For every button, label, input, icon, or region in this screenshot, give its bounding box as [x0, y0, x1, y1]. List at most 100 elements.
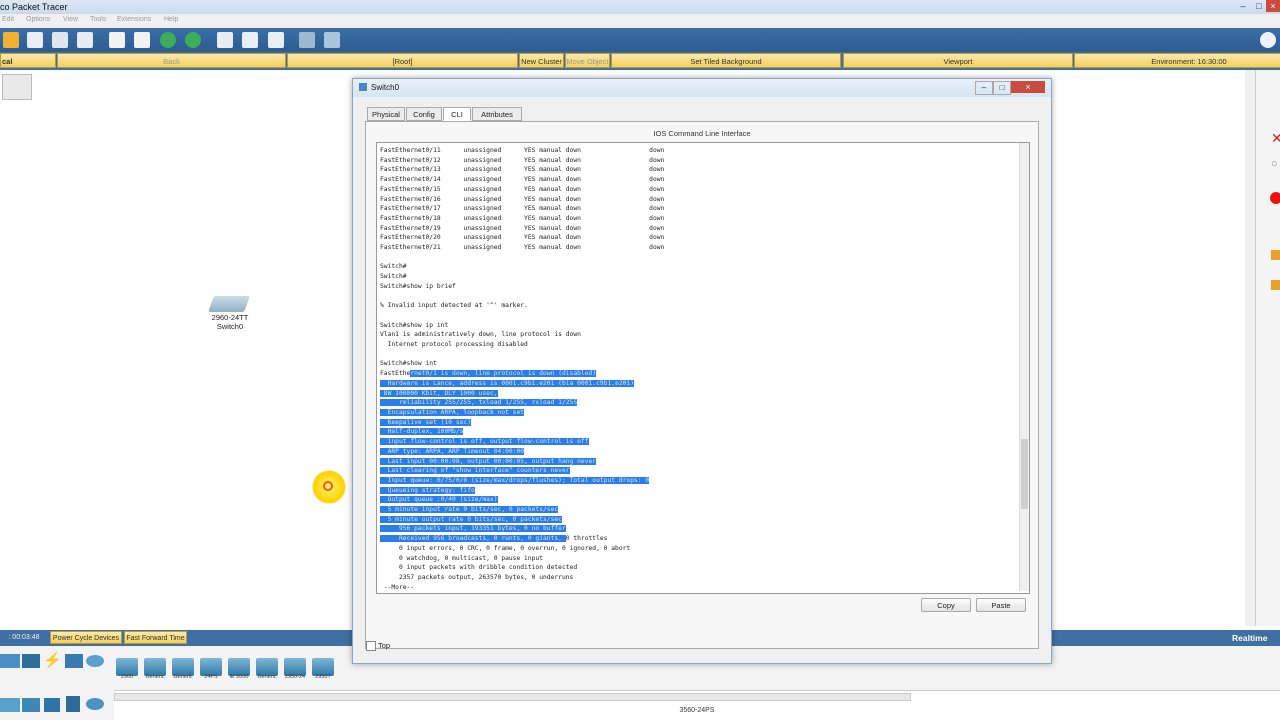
switches-category-icon[interactable]	[22, 654, 40, 668]
security-category-icon[interactable]	[0, 698, 20, 712]
switch-icon[interactable]	[208, 296, 250, 312]
cli-line: Received 956 broadcasts, 0 runts, 0 gian…	[380, 535, 608, 543]
multiuser-category-icon[interactable]	[66, 696, 80, 712]
device-label: 24PS	[204, 674, 218, 680]
zoom-reset-icon[interactable]	[242, 32, 258, 48]
cli-line: Input queue: 0/75/0/0 (size/max/drops/fl…	[380, 476, 650, 484]
menu-tools[interactable]: Tools	[90, 16, 106, 23]
cli-line	[380, 253, 664, 263]
device-panel-scrollbar[interactable]	[114, 693, 911, 701]
switch-dialog: Switch0 – □ × Physical Config CLI Attrib…	[352, 78, 1052, 664]
minimize-icon[interactable]: –	[1236, 0, 1250, 12]
close-icon[interactable]: ×	[1266, 0, 1280, 12]
palette-icon[interactable]	[299, 32, 315, 48]
menu-help[interactable]: Help	[164, 16, 178, 23]
print-icon[interactable]	[52, 32, 68, 48]
complex-pdu-icon[interactable]	[1271, 280, 1280, 290]
info-icon[interactable]	[1260, 32, 1276, 48]
menu-edit[interactable]: Edit	[2, 16, 14, 23]
copy-icon[interactable]	[109, 32, 125, 48]
add-pdu-icon[interactable]	[1270, 192, 1280, 204]
dialog-title-bar: Switch0 – □ ×	[353, 79, 1051, 97]
move-object-button[interactable]: Move Object	[565, 53, 610, 68]
cli-line: FastEthernet0/19 unassigned YES manual d…	[380, 224, 665, 232]
realtime-label[interactable]: Realtime	[1232, 633, 1267, 643]
cli-line: 0 input packets with dribble condition d…	[380, 564, 578, 572]
cli-line: ARP type: ARPA, ARP Timeout 04:00:00	[380, 447, 525, 455]
new-cluster-button[interactable]: New Cluster	[519, 53, 564, 68]
custom-device-category-icon[interactable]	[44, 698, 60, 712]
fast-forward-button[interactable]: Fast Forward Time	[124, 631, 187, 644]
cli-scroll-thumb[interactable]	[1021, 439, 1028, 509]
viewport-button[interactable]: Viewport	[843, 53, 1073, 68]
window-title-bar: co Packet Tracer – □ ×	[0, 0, 1280, 14]
cli-line: FastEthernet0/16 unassigned YES manual d…	[380, 195, 665, 203]
paste-icon[interactable]	[134, 32, 150, 48]
maximize-icon[interactable]: □	[1252, 0, 1266, 12]
open-folder-icon[interactable]	[3, 32, 19, 48]
cli-line: Encapsulation ARPA, loopback not set	[380, 408, 525, 416]
device-detail-panel: 3560-24PS	[114, 690, 1280, 721]
back-button[interactable]: Back	[57, 53, 286, 68]
root-button[interactable]: [Root]	[287, 53, 518, 68]
inspect-icon[interactable]: ○	[1271, 158, 1278, 170]
tab-attributes[interactable]: Attributes	[472, 107, 522, 121]
wan-emulation-category-icon[interactable]	[22, 698, 40, 712]
environment-button[interactable]: Environment: 16:30:00	[1074, 53, 1280, 68]
cli-line: Internet protocol processing disabled	[380, 341, 528, 349]
tab-config[interactable]: Config	[406, 107, 442, 121]
cli-line: FastEthernet0/14 unassigned YES manual d…	[380, 176, 665, 184]
device-label: IE 2000	[229, 674, 249, 680]
routers-category-icon[interactable]	[0, 654, 20, 668]
activity-wizard-icon[interactable]	[77, 32, 93, 48]
cli-line: Keepalive set (10 sec)	[380, 418, 471, 426]
dialog-maximize-icon[interactable]: □	[993, 81, 1011, 95]
dialog-close-icon[interactable]: ×	[1011, 81, 1045, 93]
dialog-minimize-icon[interactable]: –	[975, 81, 993, 95]
menu-extensions[interactable]: Extensions	[117, 16, 151, 23]
workspace-list-icon[interactable]	[2, 74, 32, 100]
main-toolbar	[0, 28, 1280, 52]
cli-line: input flow-control is off, output flow-c…	[380, 438, 589, 446]
cursor-icon	[323, 481, 333, 491]
menu-bar: Edit Options View Tools Extensions Help	[0, 14, 1280, 28]
cli-line: Vlan1 is administratively down, line pro…	[380, 331, 581, 339]
device-status-label: 3560-24PS	[679, 707, 715, 714]
end-devices-category-icon[interactable]	[65, 654, 83, 668]
cli-scrollbar[interactable]	[1019, 143, 1029, 591]
connections-category-icon[interactable]: ⚡	[43, 651, 62, 669]
device-label: Generic	[145, 674, 165, 680]
power-cycle-button[interactable]: Power Cycle Devices	[50, 631, 122, 644]
common-tools-bar: ✕ ○	[1255, 70, 1280, 626]
top-checkbox[interactable]	[366, 641, 376, 651]
paste-button[interactable]: Paste	[976, 598, 1026, 612]
cli-line: Switch#	[380, 273, 407, 281]
cli-line: FastEthernet0/12 unassigned YES manual d…	[380, 156, 665, 164]
logical-tab[interactable]: cal	[0, 53, 56, 68]
undo-icon[interactable]	[160, 32, 176, 48]
wireless-category-icon[interactable]	[86, 655, 104, 667]
save-icon[interactable]	[27, 32, 43, 48]
zoom-in-icon[interactable]	[217, 32, 233, 48]
zoom-out-icon[interactable]	[268, 32, 284, 48]
redo-icon[interactable]	[185, 32, 201, 48]
simple-pdu-icon[interactable]	[1271, 250, 1280, 260]
menu-view[interactable]: View	[63, 16, 78, 23]
cli-line: FastEthernet0/21 unassigned YES manual d…	[380, 244, 665, 252]
cli-line: FastEthernet0/17 unassigned YES manual d…	[380, 205, 665, 213]
tab-physical[interactable]: Physical	[367, 107, 405, 121]
tab-cli[interactable]: CLI	[443, 107, 471, 121]
custom-device-icon[interactable]	[324, 32, 340, 48]
set-tiled-background-button[interactable]: Set Tiled Background	[611, 53, 841, 68]
cli-line: % Invalid input detected at '^' marker.	[380, 302, 528, 310]
cli-line: 956 packets input, 193351 bytes, 0 no bu…	[380, 525, 566, 533]
top-checkbox-label: Top	[378, 641, 391, 650]
device-label: 2950T	[315, 674, 331, 680]
cli-terminal[interactable]: FastEthernet0/11 unassigned YES manual d…	[376, 142, 1030, 594]
workspace-scrollbar[interactable]	[1245, 70, 1255, 626]
menu-options[interactable]: Options	[26, 16, 50, 23]
delete-icon[interactable]: ✕	[1271, 130, 1280, 147]
cli-heading: IOS Command Line Interface	[653, 129, 751, 138]
copy-button[interactable]: Copy	[921, 598, 971, 612]
cloud-category-icon[interactable]	[86, 698, 104, 710]
